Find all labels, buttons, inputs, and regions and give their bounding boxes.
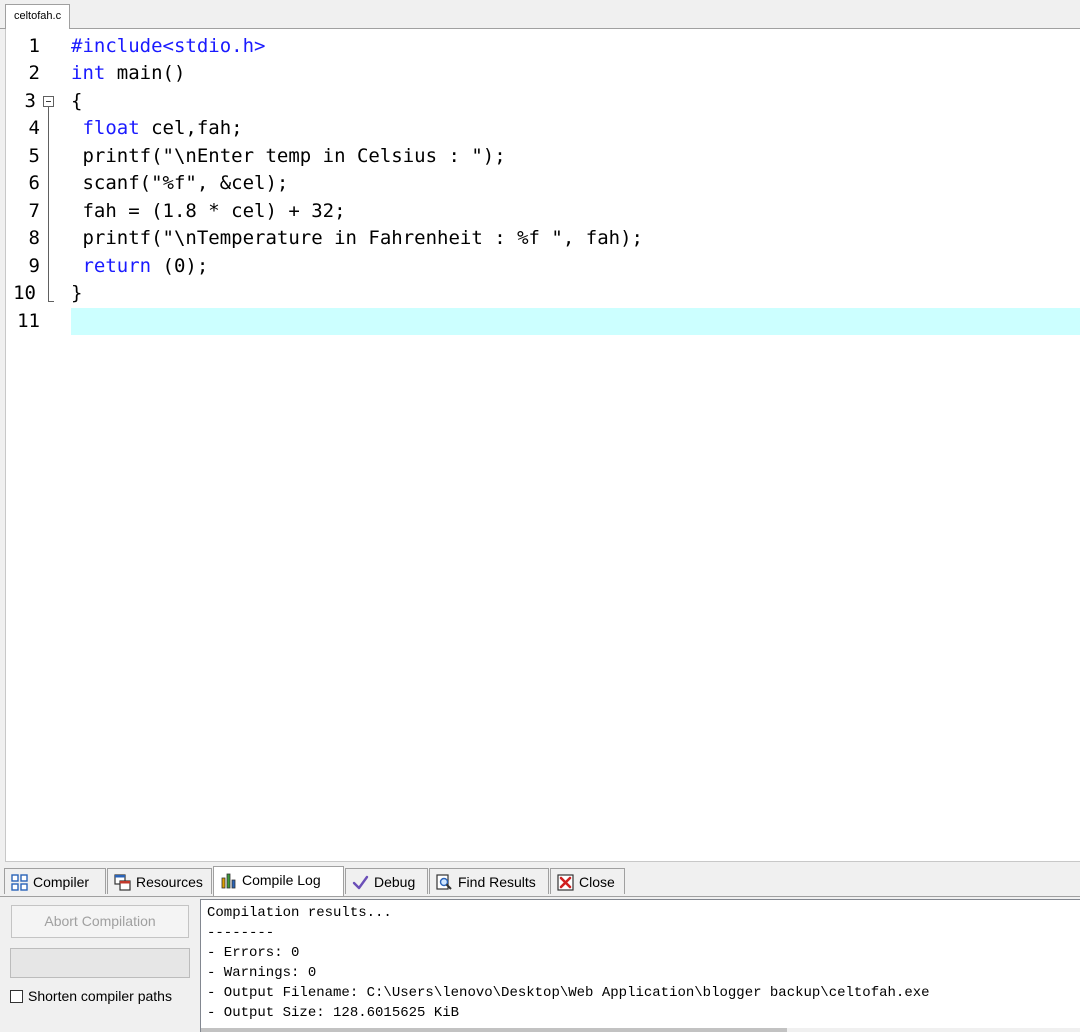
code-text: float cel,fah; — [71, 115, 243, 142]
code-line: 3 { — [6, 88, 1080, 115]
code-line: 7 fah = (1.8 * cel) + 32; — [6, 198, 1080, 225]
code-text: } — [71, 282, 83, 304]
code-line: 9 return (0); — [6, 253, 1080, 280]
tab-label: Compile Log — [242, 872, 321, 888]
code-text: printf("\nEnter temp in Celsius : "); — [71, 145, 506, 167]
code-text: scanf("%f", &cel); — [71, 172, 289, 194]
code-text: { — [71, 90, 83, 112]
grid-icon — [11, 874, 28, 891]
line-number: 2 — [28, 62, 40, 84]
code-line: 2 int main() — [6, 60, 1080, 87]
log-line: Compilation results... — [207, 905, 392, 921]
scrollbar-thumb[interactable] — [201, 1028, 787, 1032]
code-line: 1 #include<stdio.h> — [6, 33, 1080, 60]
code-text: printf("\nTemperature in Fahrenheit : %f… — [71, 227, 643, 249]
code-editor[interactable]: 1 #include<stdio.h> 2 int main() 3 { 4 f… — [5, 29, 1080, 862]
windows-icon — [114, 874, 131, 891]
close-icon — [557, 874, 574, 891]
tab-debug[interactable]: Debug — [345, 868, 428, 894]
tab-label: Resources — [136, 874, 203, 890]
tab-label: Find Results — [458, 874, 536, 890]
bar-chart-icon — [221, 873, 236, 889]
code-text: return (0); — [71, 253, 208, 280]
tab-compiler[interactable]: Compiler — [4, 868, 106, 894]
bottom-panel-tabs: Compiler Resources Compile Log Debug Fin… — [0, 866, 1080, 897]
code-text: #include<stdio.h> — [71, 35, 266, 57]
log-line: - Output Size: 128.6015625 KiB — [207, 1005, 460, 1021]
log-line: - Warnings: 0 — [207, 965, 317, 981]
tab-resources[interactable]: Resources — [107, 868, 212, 894]
shorten-paths-label: Shorten compiler paths — [28, 988, 172, 1004]
line-number: 4 — [28, 117, 40, 139]
line-number: 1 — [28, 35, 40, 57]
file-tab-strip: celtofah.c — [0, 0, 1080, 29]
line-number: 7 — [28, 200, 40, 222]
code-line: 5 printf("\nEnter temp in Celsius : "); — [6, 143, 1080, 170]
tab-label: Close — [579, 874, 615, 890]
tab-compile-log[interactable]: Compile Log — [213, 866, 344, 896]
line-number: 6 — [28, 172, 40, 194]
find-document-icon — [436, 874, 452, 890]
line-number: 10 — [13, 282, 36, 304]
log-line: - Output Filename: C:\Users\lenovo\Deskt… — [207, 985, 930, 1001]
line-number: 9 — [28, 255, 40, 277]
checkmark-icon — [352, 875, 369, 890]
code-text: fah = (1.8 * cel) + 32; — [71, 200, 346, 222]
tab-label: Debug — [374, 874, 416, 890]
file-tab-celtofah[interactable]: celtofah.c — [5, 4, 71, 29]
code-text: (0); — [151, 255, 209, 277]
line-number: 5 — [28, 145, 40, 167]
log-line: - Errors: 0 — [207, 945, 300, 961]
code-line: 6 scanf("%f", &cel); — [6, 170, 1080, 197]
code-text: int main() — [71, 60, 185, 87]
log-line: -------- — [207, 925, 275, 941]
compile-progress-bar — [10, 948, 190, 978]
keyword: return — [71, 255, 152, 277]
compile-log-output[interactable]: Compilation results... -------- - Errors… — [200, 899, 1080, 1032]
shorten-paths-checkbox[interactable] — [10, 990, 23, 1003]
code-line: 8 printf("\nTemperature in Fahrenheit : … — [6, 225, 1080, 252]
code-line: 4 float cel,fah; — [6, 115, 1080, 142]
keyword: int — [71, 62, 106, 84]
code-text: cel,fah; — [139, 117, 243, 139]
code-line: 10 } — [6, 280, 1080, 307]
code-text: main() — [105, 62, 186, 84]
line-number: 8 — [28, 227, 40, 249]
code-line: 11 — [6, 308, 1080, 335]
shorten-paths-option[interactable]: Shorten compiler paths — [10, 986, 172, 1006]
line-number: 3 — [24, 90, 36, 112]
horizontal-scrollbar[interactable] — [201, 1028, 1080, 1032]
tab-close[interactable]: Close — [550, 868, 625, 894]
tab-label: Compiler — [33, 874, 90, 890]
tab-find-results[interactable]: Find Results — [429, 868, 549, 894]
keyword: float — [71, 117, 140, 139]
abort-compilation-button[interactable]: Abort Compilation — [11, 905, 189, 938]
line-number: 11 — [17, 310, 40, 332]
